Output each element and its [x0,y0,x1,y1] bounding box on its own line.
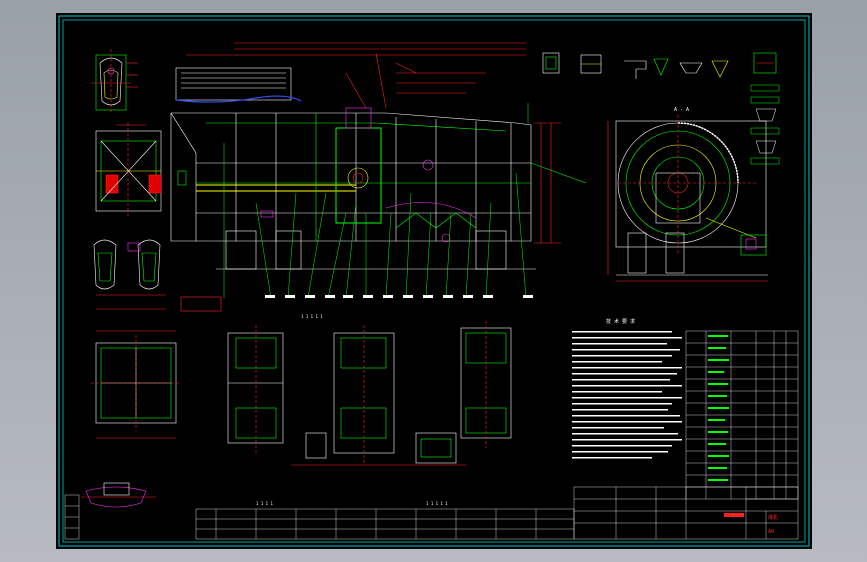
dimension-chain-label: 1 1 1 1 1 [301,314,323,319]
drawing-sheet: A - A 1 1 1 1 1 技 术 要 求 煤机 A0 1 1 1 1 1 … [56,13,812,549]
technical-notes [572,331,682,459]
section-view-a-a [607,115,768,282]
revision-table [195,508,575,540]
title-block [573,486,799,540]
plan-view-left [95,123,162,218]
parts-list-table [685,330,799,500]
section-label: A - A [674,107,689,113]
notes-title: 技 术 要 求 [606,318,635,325]
leader-labels [265,295,533,298]
detail-row-top-right [542,52,777,79]
margin-stamp [64,494,80,540]
detail-view-top-left [91,49,138,113]
title-block-name: 煤机 [768,514,778,521]
parts-list-entries [708,335,729,481]
cad-viewport: A - A 1 1 1 1 1 技 术 要 求 煤机 A0 1 1 1 1 1 … [0,0,867,562]
main-elevation-view [170,42,587,270]
title-block-stamp [724,513,744,517]
bottom-detail-views [81,321,512,508]
detail-view-mid-left [93,239,222,312]
title-block-code: A0 [768,529,774,535]
bottom-dim-label-mid: 1 1 1 1 1 [426,501,448,506]
bottom-dim-label-left: 1 1 1 1 [256,501,273,506]
detail-column-right [750,84,780,165]
cad-drawing: A - A 1 1 1 1 1 技 术 要 求 煤机 A0 1 1 1 1 1 … [58,15,810,547]
